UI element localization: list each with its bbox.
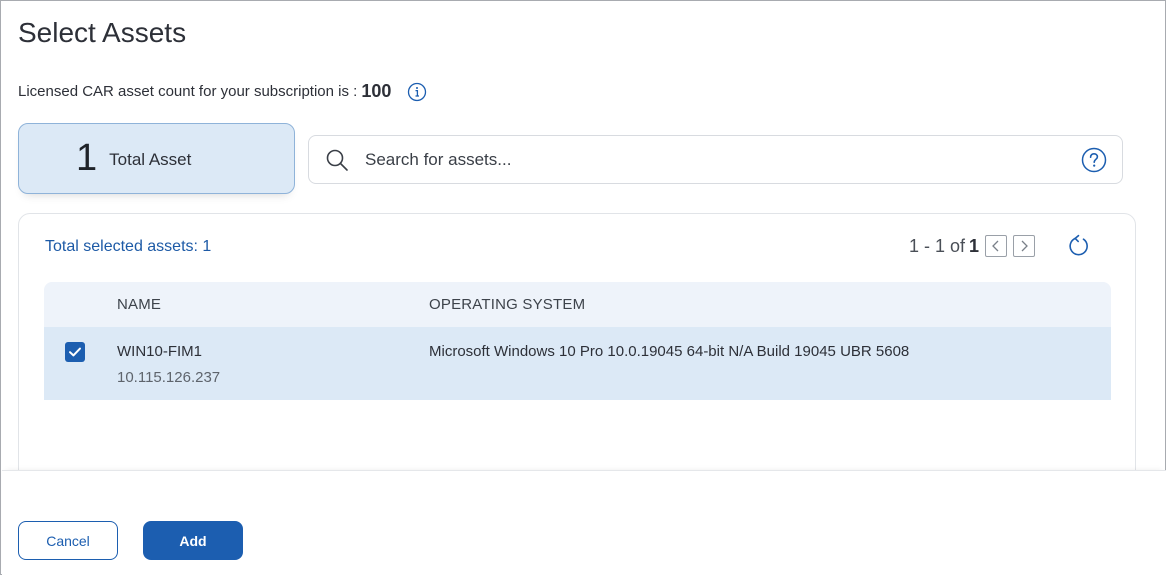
pagination-text: 1 - 1 of 1 (908, 235, 979, 256)
asset-os: Microsoft Windows 10 Pro 10.0.19045 64-b… (429, 343, 910, 360)
selected-assets-count: Total selected assets: 1 (45, 238, 212, 255)
chevron-left-icon (992, 240, 999, 252)
dialog-title: Select Assets (18, 17, 187, 48)
table-row[interactable]: WIN10-FIM1 10.115.126.237 Microsoft Wind… (44, 327, 1111, 400)
prev-page-button[interactable] (985, 235, 1007, 257)
pagination: 1 - 1 of 1 (909, 234, 1091, 258)
help-icon[interactable] (1081, 147, 1107, 173)
assets-table: NAME OPERATING SYSTEM WIN10-FIM1 10.115.… (44, 282, 1111, 400)
next-page-button[interactable] (1013, 235, 1035, 257)
column-header-os[interactable]: OPERATING SYSTEM (429, 296, 585, 313)
chevron-right-icon (1021, 240, 1028, 252)
asset-ip: 10.115.126.237 (117, 369, 221, 386)
assets-panel: Total selected assets: 1 1 - 1 of 1 NAME… (18, 213, 1136, 483)
dialog-footer: Cancel Add (2, 470, 1166, 575)
license-count: 100 (361, 81, 392, 101)
select-assets-dialog: Select Assets Licensed CAR asset count f… (0, 0, 1166, 575)
asset-name: WIN10-FIM1 (117, 343, 203, 360)
total-asset-card[interactable]: 1 Total Asset (18, 123, 295, 194)
info-icon[interactable] (407, 82, 427, 102)
total-asset-label: Total Asset (109, 149, 192, 169)
add-button[interactable]: Add (143, 521, 243, 560)
checkmark-icon (69, 347, 81, 357)
table-header: NAME OPERATING SYSTEM (44, 282, 1111, 327)
license-info: Licensed CAR asset count for your subscr… (18, 81, 427, 102)
row-checkbox[interactable] (65, 342, 85, 362)
column-header-name[interactable]: NAME (117, 296, 161, 313)
total-asset-count: 1 (76, 137, 98, 179)
license-text: Licensed CAR asset count for your subscr… (18, 83, 358, 100)
search-box[interactable] (308, 135, 1123, 184)
cancel-button[interactable]: Cancel (18, 521, 118, 560)
search-input[interactable] (365, 149, 1045, 170)
search-icon (325, 148, 349, 172)
refresh-icon[interactable] (1067, 234, 1091, 258)
